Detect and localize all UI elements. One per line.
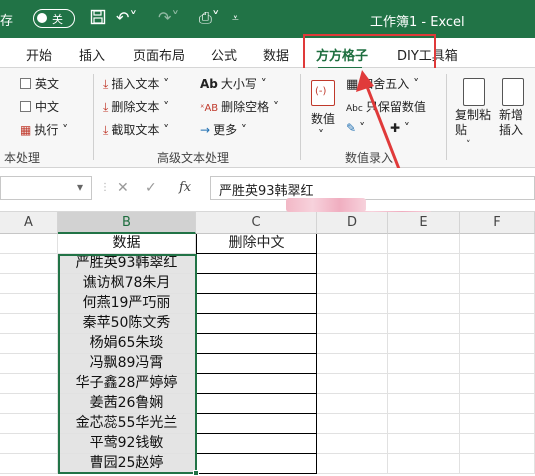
- empty-cell[interactable]: [0, 334, 58, 354]
- result-cell[interactable]: [196, 334, 317, 354]
- empty-cell[interactable]: [0, 354, 58, 374]
- formula-input[interactable]: 严胜英93韩翠红: [210, 176, 535, 200]
- fill-handle[interactable]: [193, 470, 199, 476]
- formula-bar: ▾ ⋮ ✕ ✓ fx 严胜英93韩翠红: [0, 168, 535, 212]
- empty-cell[interactable]: [317, 314, 388, 334]
- empty-cell[interactable]: [0, 414, 58, 434]
- empty-cell[interactable]: [0, 434, 58, 454]
- empty-cell[interactable]: [388, 254, 460, 274]
- empty-cell[interactable]: [0, 394, 58, 414]
- insert-function-icon[interactable]: fx: [179, 180, 191, 195]
- data-cell[interactable]: 秦苹50陈文秀: [58, 314, 196, 334]
- result-cell[interactable]: [196, 374, 317, 394]
- empty-cell[interactable]: [388, 334, 460, 354]
- empty-cell[interactable]: [460, 254, 535, 274]
- empty-cell[interactable]: [388, 454, 460, 474]
- column-header-f[interactable]: F: [460, 212, 535, 234]
- empty-cell[interactable]: [388, 314, 460, 334]
- empty-cell[interactable]: [0, 254, 58, 274]
- empty-cell[interactable]: [317, 374, 388, 394]
- empty-cell[interactable]: [317, 354, 388, 374]
- result-cell[interactable]: [196, 314, 317, 334]
- empty-cell[interactable]: [460, 434, 535, 454]
- empty-cell[interactable]: [0, 274, 58, 294]
- data-cell[interactable]: 曹园25赵婷: [58, 454, 196, 474]
- empty-cell[interactable]: [317, 254, 388, 274]
- empty-cell[interactable]: [317, 394, 388, 414]
- empty-cell[interactable]: [317, 414, 388, 434]
- result-cell[interactable]: [196, 394, 317, 414]
- empty-cell[interactable]: [460, 414, 535, 434]
- drag-handle-icon[interactable]: ⋮: [100, 182, 110, 193]
- empty-cell[interactable]: [460, 394, 535, 414]
- empty-cell[interactable]: [317, 334, 388, 354]
- result-cell[interactable]: [196, 274, 317, 294]
- empty-cell[interactable]: [0, 454, 58, 474]
- empty-cell[interactable]: [388, 414, 460, 434]
- empty-cell[interactable]: [460, 334, 535, 354]
- spreadsheet-grid: A B C D E F 数据 删除中文 严胜英93韩翠红 谯访枫78朱月 何燕19严巧丽…: [0, 212, 535, 476]
- empty-cell[interactable]: [460, 234, 535, 254]
- data-cell[interactable]: 严胜英93韩翠红: [58, 254, 196, 274]
- empty-cell[interactable]: [388, 234, 460, 254]
- redacted-blur: [286, 198, 366, 212]
- data-cell[interactable]: 何燕19严巧丽: [58, 294, 196, 314]
- header-cell-data[interactable]: 数据: [58, 234, 196, 254]
- column-header-c[interactable]: C: [196, 212, 317, 234]
- column-header-d[interactable]: D: [317, 212, 388, 234]
- empty-cell[interactable]: [317, 274, 388, 294]
- result-cell[interactable]: [196, 294, 317, 314]
- empty-cell[interactable]: [317, 234, 388, 254]
- result-cell[interactable]: [196, 454, 317, 474]
- data-cell[interactable]: 姜茜26鲁娴: [58, 394, 196, 414]
- data-cell[interactable]: 华子鑫28严婷婷: [58, 374, 196, 394]
- empty-cell[interactable]: [388, 394, 460, 414]
- data-cell[interactable]: 平莺92钱敏: [58, 434, 196, 454]
- empty-cell[interactable]: [460, 314, 535, 334]
- empty-cell[interactable]: [0, 294, 58, 314]
- enter-icon[interactable]: ✓: [145, 180, 157, 196]
- empty-cell[interactable]: [460, 274, 535, 294]
- result-cell[interactable]: [196, 354, 317, 374]
- result-cell[interactable]: [196, 254, 317, 274]
- empty-cell[interactable]: [317, 294, 388, 314]
- empty-cell[interactable]: [460, 454, 535, 474]
- header-cell-remove-chinese[interactable]: 删除中文: [196, 234, 317, 254]
- empty-cell[interactable]: [388, 374, 460, 394]
- empty-cell[interactable]: [388, 274, 460, 294]
- empty-cell[interactable]: [317, 454, 388, 474]
- empty-cell[interactable]: [0, 314, 58, 334]
- empty-cell[interactable]: [460, 294, 535, 314]
- empty-cell[interactable]: [0, 234, 58, 254]
- column-header-a[interactable]: A: [0, 212, 58, 234]
- empty-cell[interactable]: [388, 434, 460, 454]
- column-header-e[interactable]: E: [388, 212, 460, 234]
- empty-cell[interactable]: [0, 374, 58, 394]
- result-cell[interactable]: [196, 434, 317, 454]
- empty-cell[interactable]: [460, 354, 535, 374]
- name-box[interactable]: ▾: [0, 176, 92, 200]
- cancel-icon[interactable]: ✕: [117, 180, 129, 196]
- empty-cell[interactable]: [460, 374, 535, 394]
- empty-cell[interactable]: [317, 434, 388, 454]
- namebox-dropdown-icon[interactable]: ▾: [77, 180, 83, 194]
- data-cell[interactable]: 杨娟65朱琰: [58, 334, 196, 354]
- data-cell[interactable]: 谯访枫78朱月: [58, 274, 196, 294]
- result-cell[interactable]: [196, 414, 317, 434]
- empty-cell[interactable]: [388, 354, 460, 374]
- column-header-b[interactable]: B: [58, 212, 196, 234]
- data-cell[interactable]: 金芯蕊55华光兰: [58, 414, 196, 434]
- empty-cell[interactable]: [388, 294, 460, 314]
- data-cell[interactable]: 冯飘89冯霄: [58, 354, 196, 374]
